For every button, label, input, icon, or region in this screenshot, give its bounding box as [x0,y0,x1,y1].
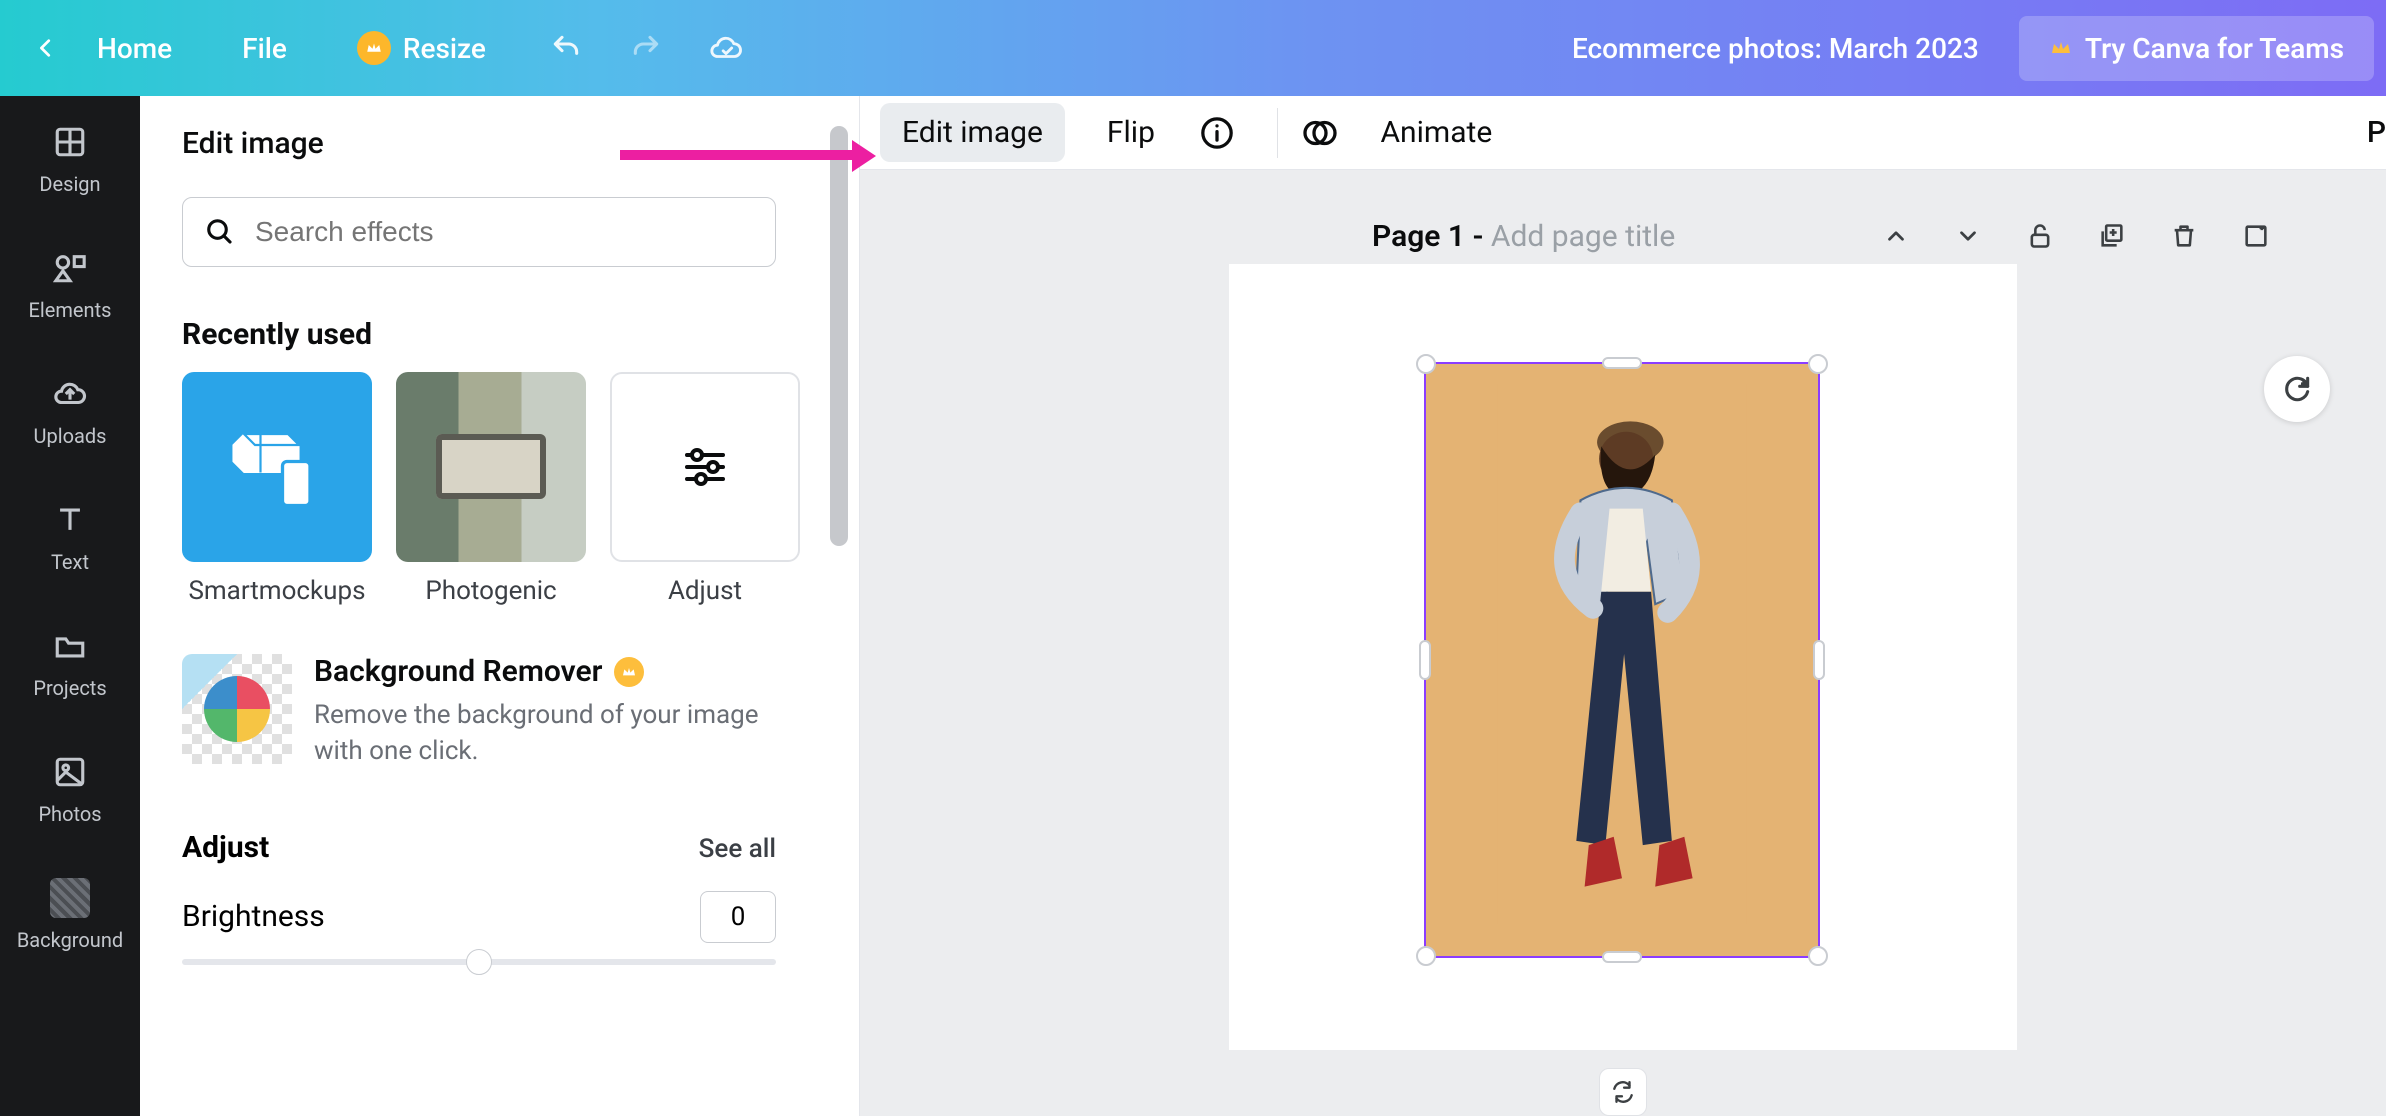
regenerate-button[interactable] [2264,356,2330,422]
try-teams-button[interactable]: Try Canva for Teams [2019,16,2374,81]
collapse-up-icon[interactable] [1878,218,1914,254]
resize-handle[interactable] [1808,354,1828,374]
grid-icon [50,122,90,162]
shapes-icon [50,248,90,288]
background-remover-card[interactable]: Background Remover Remove the background… [182,654,776,770]
undo-button[interactable] [546,32,586,64]
nav-elements[interactable]: Elements [29,248,112,322]
model-photo [1492,384,1752,924]
see-all-link[interactable]: See all [699,834,776,864]
crown-icon [614,657,644,687]
transparency-icon[interactable] [1300,113,1340,153]
add-page-icon[interactable] [2238,218,2274,254]
panel-scrollbar[interactable] [818,96,858,1116]
search-field[interactable] [255,216,753,248]
duplicate-page-icon[interactable] [2094,218,2130,254]
page-footer [860,1050,2386,1116]
brightness-label: Brightness [182,899,325,934]
edit-image-panel: Edit image Recently used [140,96,860,1116]
brightness-slider[interactable] [182,959,776,965]
effect-smartmockups[interactable]: Smartmockups [182,372,372,606]
top-bar: Home File Resize Ecommerce photos: March… [0,0,2386,96]
redo-button[interactable] [626,32,666,64]
slider-thumb[interactable] [466,949,492,975]
bg-remover-thumb [182,654,292,764]
bg-remover-description: Remove the background of your image with… [314,697,774,770]
resize-handle[interactable] [1602,357,1642,369]
hatch-icon [50,878,90,918]
resize-handle[interactable] [1813,640,1825,680]
delete-page-icon[interactable] [2166,218,2202,254]
nav-background[interactable]: Background [17,878,123,952]
nav-design[interactable]: Design [39,122,100,196]
crown-icon [2049,36,2073,60]
resize-handle[interactable] [1808,946,1828,966]
sync-icon[interactable] [1599,1068,1647,1116]
effect-photogenic[interactable]: Photogenic [396,372,586,606]
resize-handle[interactable] [1416,946,1436,966]
nav-photos[interactable]: Photos [38,752,101,826]
page-toolbar: Page 1 - Add page title [860,170,2386,264]
image-icon [50,752,90,792]
context-toolbar: Edit image Flip Animate P [860,96,2386,170]
info-icon[interactable] [1197,113,1237,153]
folder-icon [50,626,90,666]
try-teams-label: Try Canva for Teams [2085,32,2344,65]
search-icon [205,217,235,247]
recently-used-heading: Recently used [182,317,776,352]
canvas-page[interactable] [1229,264,2017,1050]
adjust-heading: Adjust [182,830,269,865]
divider [1277,108,1279,158]
nav-projects[interactable]: Projects [33,626,106,700]
effect-adjust[interactable]: Adjust [610,372,800,606]
nav-uploads[interactable]: Uploads [34,374,107,448]
resize-label: Resize [403,32,486,65]
bg-remover-title: Background Remover [314,654,602,689]
resize-button[interactable]: Resize [357,31,486,65]
canvas-area: Edit image Flip Animate P Page 1 - Add p… [860,96,2386,1116]
crown-icon [357,31,391,65]
collapse-down-icon[interactable] [1950,218,1986,254]
scroll-thumb[interactable] [830,126,848,546]
position-button[interactable]: P [2367,115,2386,150]
resize-handle[interactable] [1416,354,1436,374]
animate-button[interactable]: Animate [1358,103,1514,162]
nav-text[interactable]: Text [50,500,90,574]
text-icon [50,500,90,540]
edit-image-button[interactable]: Edit image [880,103,1065,162]
cloud-upload-icon [50,374,90,414]
home-link[interactable]: Home [97,32,172,65]
brightness-value[interactable]: 0 [700,891,776,943]
page-label[interactable]: Page 1 - Add page title [1372,219,1675,254]
file-menu[interactable]: File [242,32,287,65]
back-icon[interactable] [35,37,57,59]
recently-used-row: Smartmockups Photogenic A [182,372,776,606]
document-title[interactable]: Ecommerce photos: March 2023 [1572,32,1979,65]
resize-handle[interactable] [1419,640,1431,680]
selected-image[interactable] [1424,362,1820,958]
search-effects-input[interactable] [182,197,776,267]
annotation-arrow [620,150,860,160]
resize-handle[interactable] [1602,951,1642,963]
left-nav: Design Elements Uploads Text Projects [0,96,140,1116]
lock-icon[interactable] [2022,218,2058,254]
cloud-sync-icon[interactable] [706,31,746,65]
flip-button[interactable]: Flip [1085,103,1177,162]
